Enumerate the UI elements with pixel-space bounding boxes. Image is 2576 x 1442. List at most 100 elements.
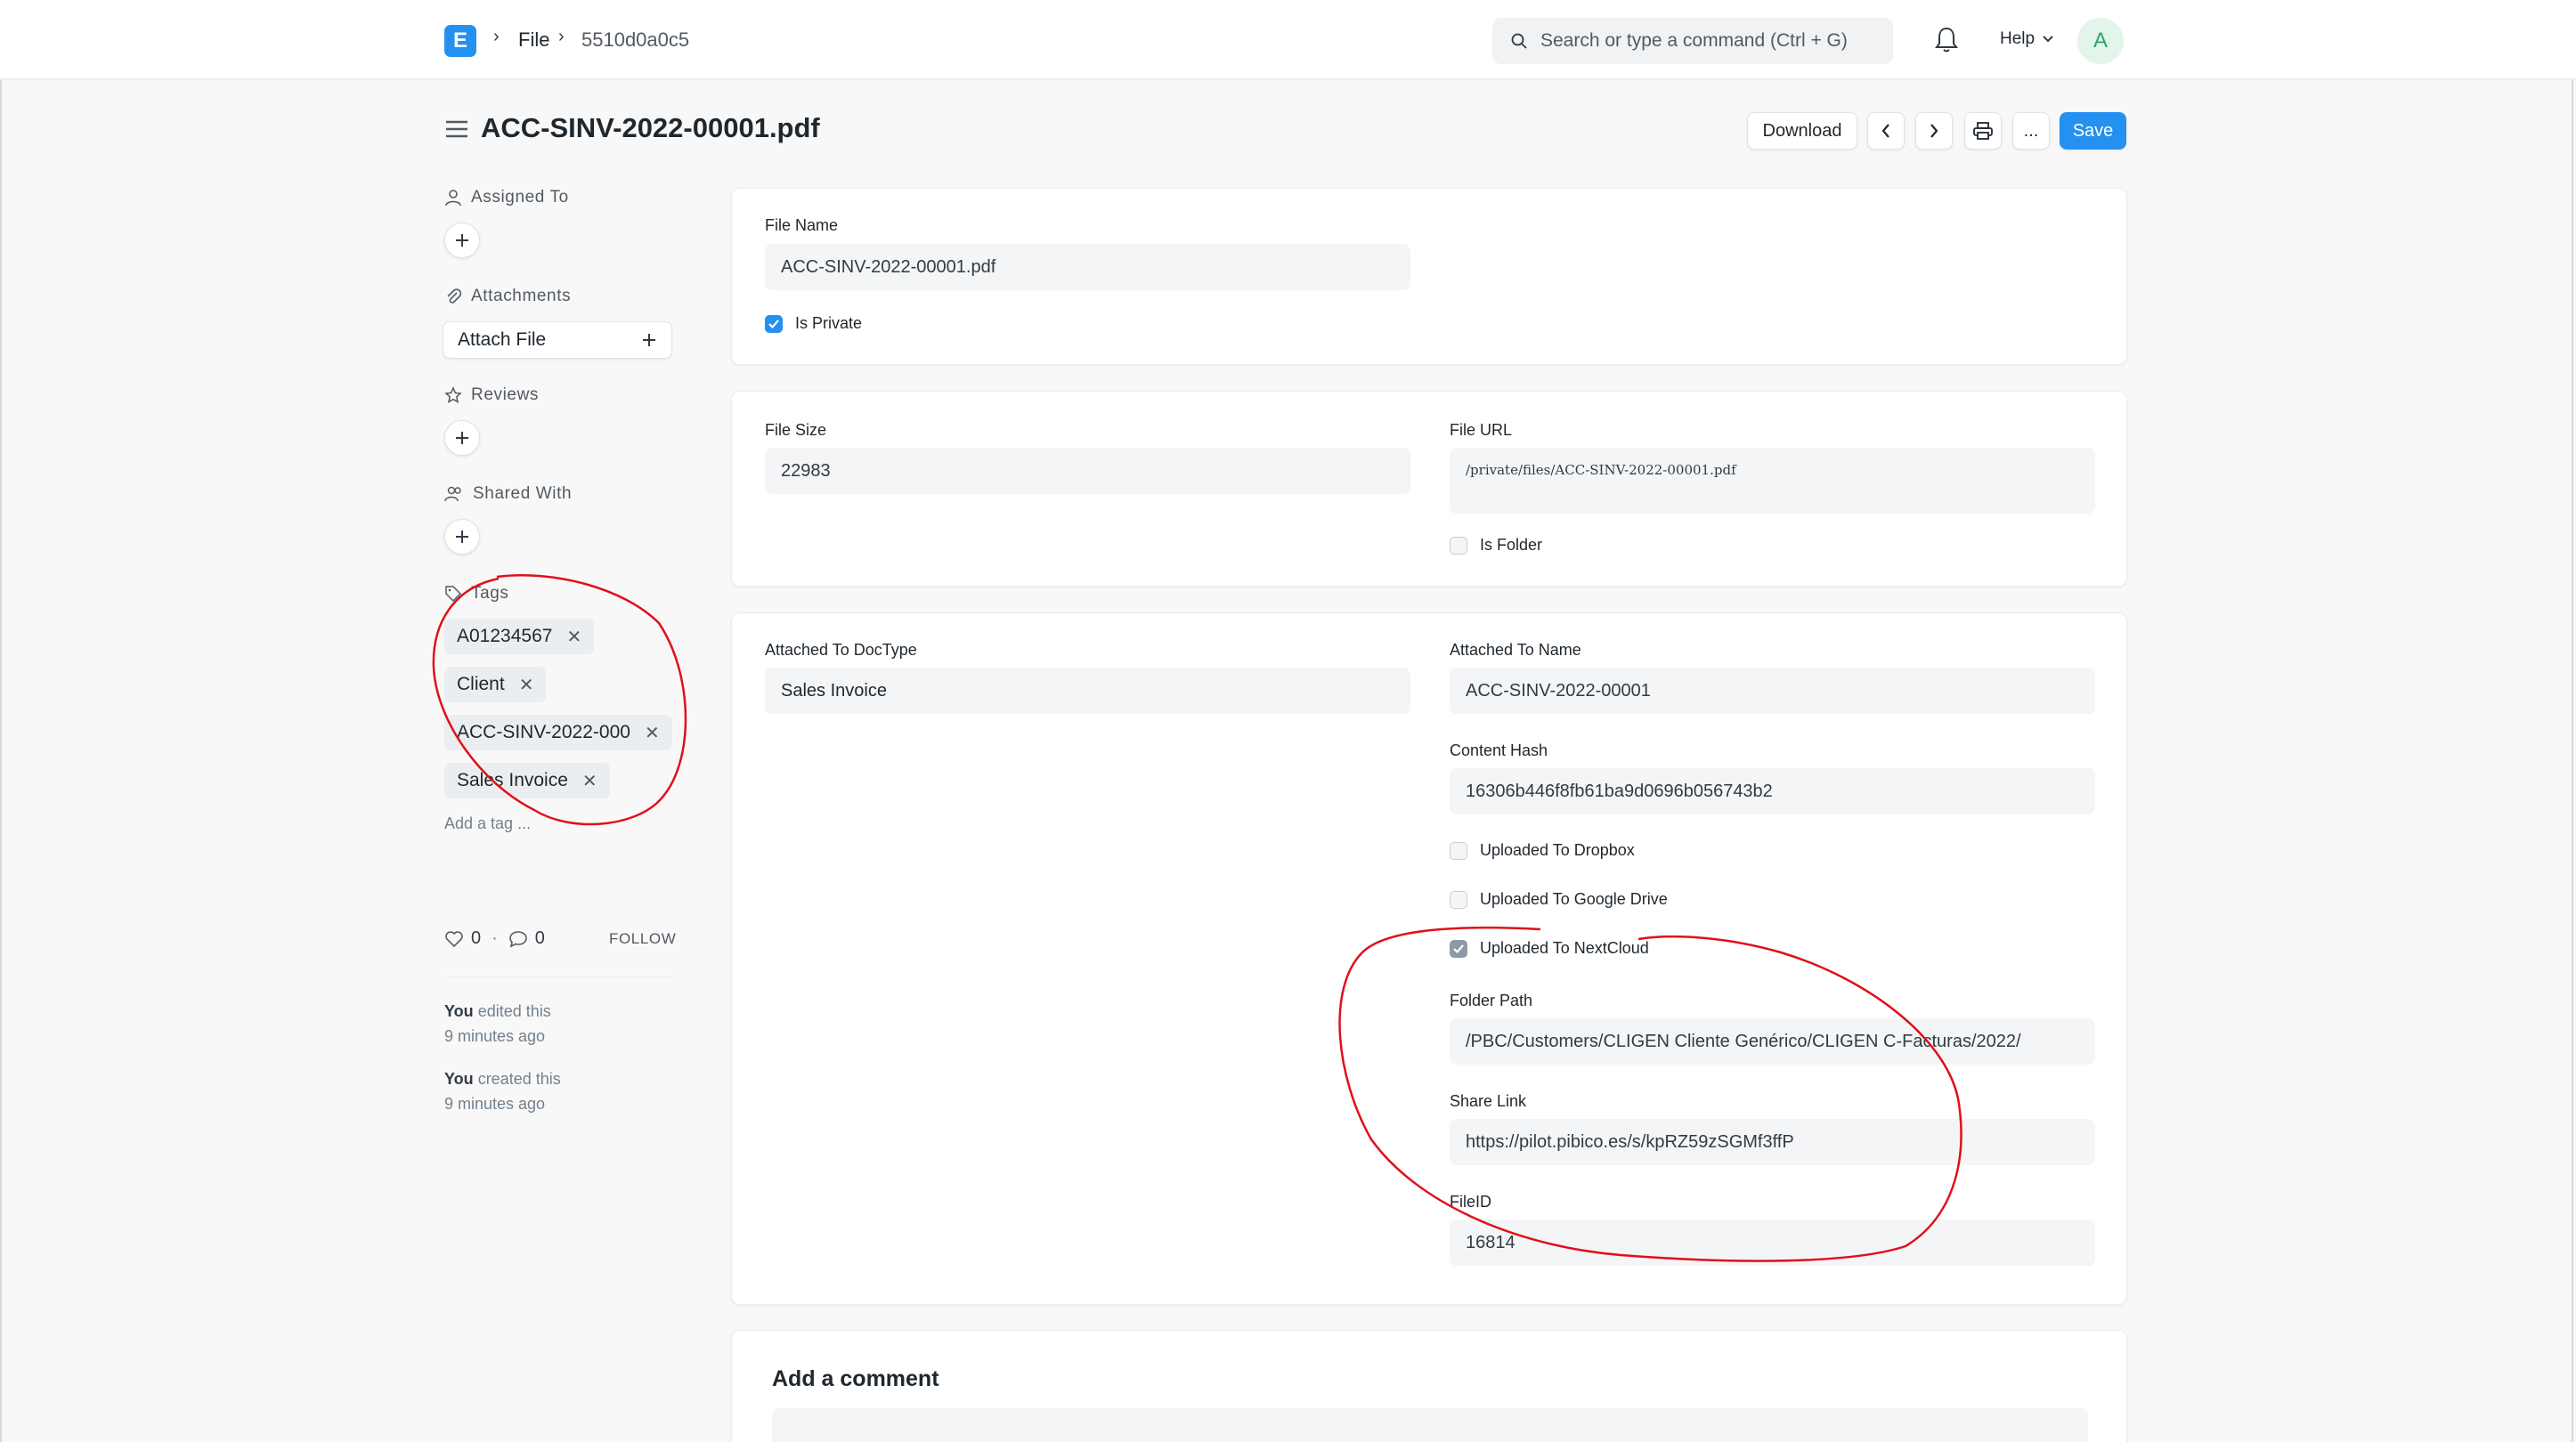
- checkbox-unchecked-icon: [1450, 841, 1467, 860]
- save-button[interactable]: Save: [2060, 112, 2126, 150]
- fileid-label: FileID: [1450, 1193, 1492, 1211]
- remove-tag-icon[interactable]: ✕: [645, 722, 660, 744]
- sidebar-toggle-icon[interactable]: [445, 119, 468, 139]
- uploaded-dropbox-checkbox[interactable]: Uploaded To Dropbox: [1450, 841, 1635, 860]
- chevron-left-icon: [1881, 124, 1889, 138]
- add-assignee-button[interactable]: [444, 223, 480, 258]
- add-share-button[interactable]: [444, 519, 480, 555]
- fileid-field[interactable]: 16814: [1450, 1219, 2095, 1266]
- comments-count: 0: [534, 928, 545, 948]
- attach-file-button[interactable]: Attach File: [443, 321, 672, 359]
- bell-icon[interactable]: [1933, 25, 1960, 55]
- content-hash-field[interactable]: 16306b446f8fb61ba9d0696b056743b2: [1450, 768, 2095, 814]
- is-folder-label: Is Folder: [1480, 536, 1543, 554]
- activity-action: edited this: [477, 1002, 551, 1020]
- uploaded-nextcloud-label: Uploaded To NextCloud: [1480, 939, 1649, 957]
- star-icon: [444, 386, 462, 403]
- search-input[interactable]: Search or type a command (Ctrl + G): [1492, 18, 1893, 64]
- file-name-field[interactable]: ACC-SINV-2022-00001.pdf: [765, 244, 1410, 290]
- window-edge-left: [0, 0, 2, 1442]
- breadcrumb-document[interactable]: 5510d0a0c5: [581, 28, 689, 52]
- tags-label: Tags: [444, 584, 509, 604]
- like-comment-stats: 0 · 0: [444, 928, 545, 949]
- next-doc-button[interactable]: [1915, 112, 1953, 150]
- share-link-label: Share Link: [1450, 1092, 1527, 1110]
- plus-icon: [643, 334, 655, 346]
- tag-label: Sales Invoice: [457, 770, 568, 790]
- top-navbar: E › File › 5510d0a0c5 Search or type a c…: [0, 0, 2576, 80]
- remove-tag-icon[interactable]: ✕: [566, 626, 581, 648]
- is-folder-checkbox[interactable]: Is Folder: [1450, 536, 1542, 555]
- help-dropdown[interactable]: Help: [2000, 29, 2054, 49]
- paperclip-icon: [447, 288, 462, 304]
- download-button[interactable]: Download: [1747, 112, 1857, 150]
- activity-user: You: [444, 1002, 474, 1020]
- page-title: ACC-SINV-2022-00001.pdf: [481, 112, 820, 143]
- tag-icon: [445, 586, 462, 603]
- breadcrumb-file[interactable]: File: [518, 28, 549, 52]
- activity-user: You: [444, 1070, 474, 1088]
- reviews-text: Reviews: [471, 385, 539, 404]
- attachments-text: Attachments: [471, 287, 572, 305]
- window-edge-right: [2572, 0, 2573, 1442]
- tag-label: A01234567: [457, 626, 553, 646]
- add-tag-input[interactable]: Add a tag ...: [444, 814, 531, 833]
- activity-time: 9 minutes ago: [444, 1027, 546, 1045]
- share-link-field[interactable]: https://pilot.pibico.es/s/kpRZ59zSGMf3ff…: [1450, 1119, 2095, 1165]
- is-private-label: Is Private: [795, 314, 863, 332]
- tag-chip[interactable]: ACC-SINV-2022-000 ✕: [444, 715, 672, 750]
- sidebar-divider: [444, 976, 672, 977]
- remove-tag-icon[interactable]: ✕: [582, 770, 597, 792]
- chevron-right-icon: ›: [558, 27, 565, 46]
- tag-label: ACC-SINV-2022-000: [457, 722, 630, 742]
- folder-path-label: Folder Path: [1450, 992, 1533, 1009]
- chevron-down-icon: [2043, 36, 2053, 43]
- uploaded-dropbox-label: Uploaded To Dropbox: [1480, 841, 1635, 859]
- search-placeholder: Search or type a command (Ctrl + G): [1540, 30, 1848, 51]
- file-name-label: File Name: [765, 216, 839, 234]
- checkbox-unchecked-icon: [1450, 890, 1467, 909]
- shared-with-label: Shared With: [444, 484, 572, 504]
- tag-chip[interactable]: Client ✕: [444, 667, 547, 702]
- file-url-field[interactable]: /private/files/ACC-SINV-2022-00001.pdf: [1450, 448, 2095, 514]
- file-size-label: File Size: [765, 421, 827, 439]
- uploaded-gdrive-checkbox[interactable]: Uploaded To Google Drive: [1450, 890, 1668, 909]
- likes-count: 0: [471, 928, 482, 948]
- checkbox-checked-icon: [1450, 939, 1467, 958]
- reviews-label: Reviews: [444, 385, 539, 405]
- file-url-label: File URL: [1450, 421, 1513, 439]
- file-details-section: File Size 22983 File URL /private/files/…: [731, 391, 2127, 587]
- heart-icon[interactable]: [444, 930, 464, 948]
- checkbox-checked-icon: [765, 314, 783, 333]
- user-icon: [445, 190, 461, 207]
- print-button[interactable]: [1964, 112, 2002, 150]
- comment-icon[interactable]: [508, 930, 528, 948]
- comment-input[interactable]: [772, 1408, 2088, 1442]
- separator-dot: ·: [492, 928, 498, 948]
- remove-tag-icon[interactable]: ✕: [519, 674, 534, 696]
- assigned-to-label: Assigned To: [444, 188, 569, 207]
- is-private-checkbox[interactable]: Is Private: [765, 314, 862, 333]
- uploaded-nextcloud-checkbox[interactable]: Uploaded To NextCloud: [1450, 939, 1649, 958]
- file-name-section: File Name ACC-SINV-2022-00001.pdf Is Pri…: [731, 188, 2127, 365]
- avatar[interactable]: A: [2077, 18, 2124, 64]
- checkbox-unchecked-icon: [1450, 536, 1467, 555]
- activity-time: 9 minutes ago: [444, 1095, 546, 1113]
- file-size-field[interactable]: 22983: [765, 448, 1410, 494]
- follow-button[interactable]: FOLLOW: [609, 930, 676, 948]
- attachment-details-section: Attached To DocType Sales Invoice Attach…: [731, 612, 2127, 1305]
- attached-to-name-field[interactable]: ACC-SINV-2022-00001: [1450, 668, 2095, 714]
- activity-action: created this: [477, 1070, 561, 1088]
- tag-label: Client: [457, 674, 505, 694]
- chevron-right-icon: [1930, 124, 1938, 138]
- add-review-button[interactable]: [444, 420, 480, 456]
- more-actions-button[interactable]: ...: [2012, 112, 2050, 150]
- folder-path-field[interactable]: /PBC/Customers/CLIGEN Cliente Genérico/C…: [1450, 1018, 2095, 1065]
- tag-chip[interactable]: A01234567 ✕: [444, 619, 595, 654]
- tag-chip[interactable]: Sales Invoice ✕: [444, 763, 610, 798]
- attached-to-doctype-field[interactable]: Sales Invoice: [765, 668, 1410, 714]
- chevron-right-icon: ›: [493, 27, 500, 46]
- uploaded-gdrive-label: Uploaded To Google Drive: [1480, 890, 1668, 908]
- app-logo[interactable]: E: [444, 25, 476, 57]
- previous-doc-button[interactable]: [1867, 112, 1905, 150]
